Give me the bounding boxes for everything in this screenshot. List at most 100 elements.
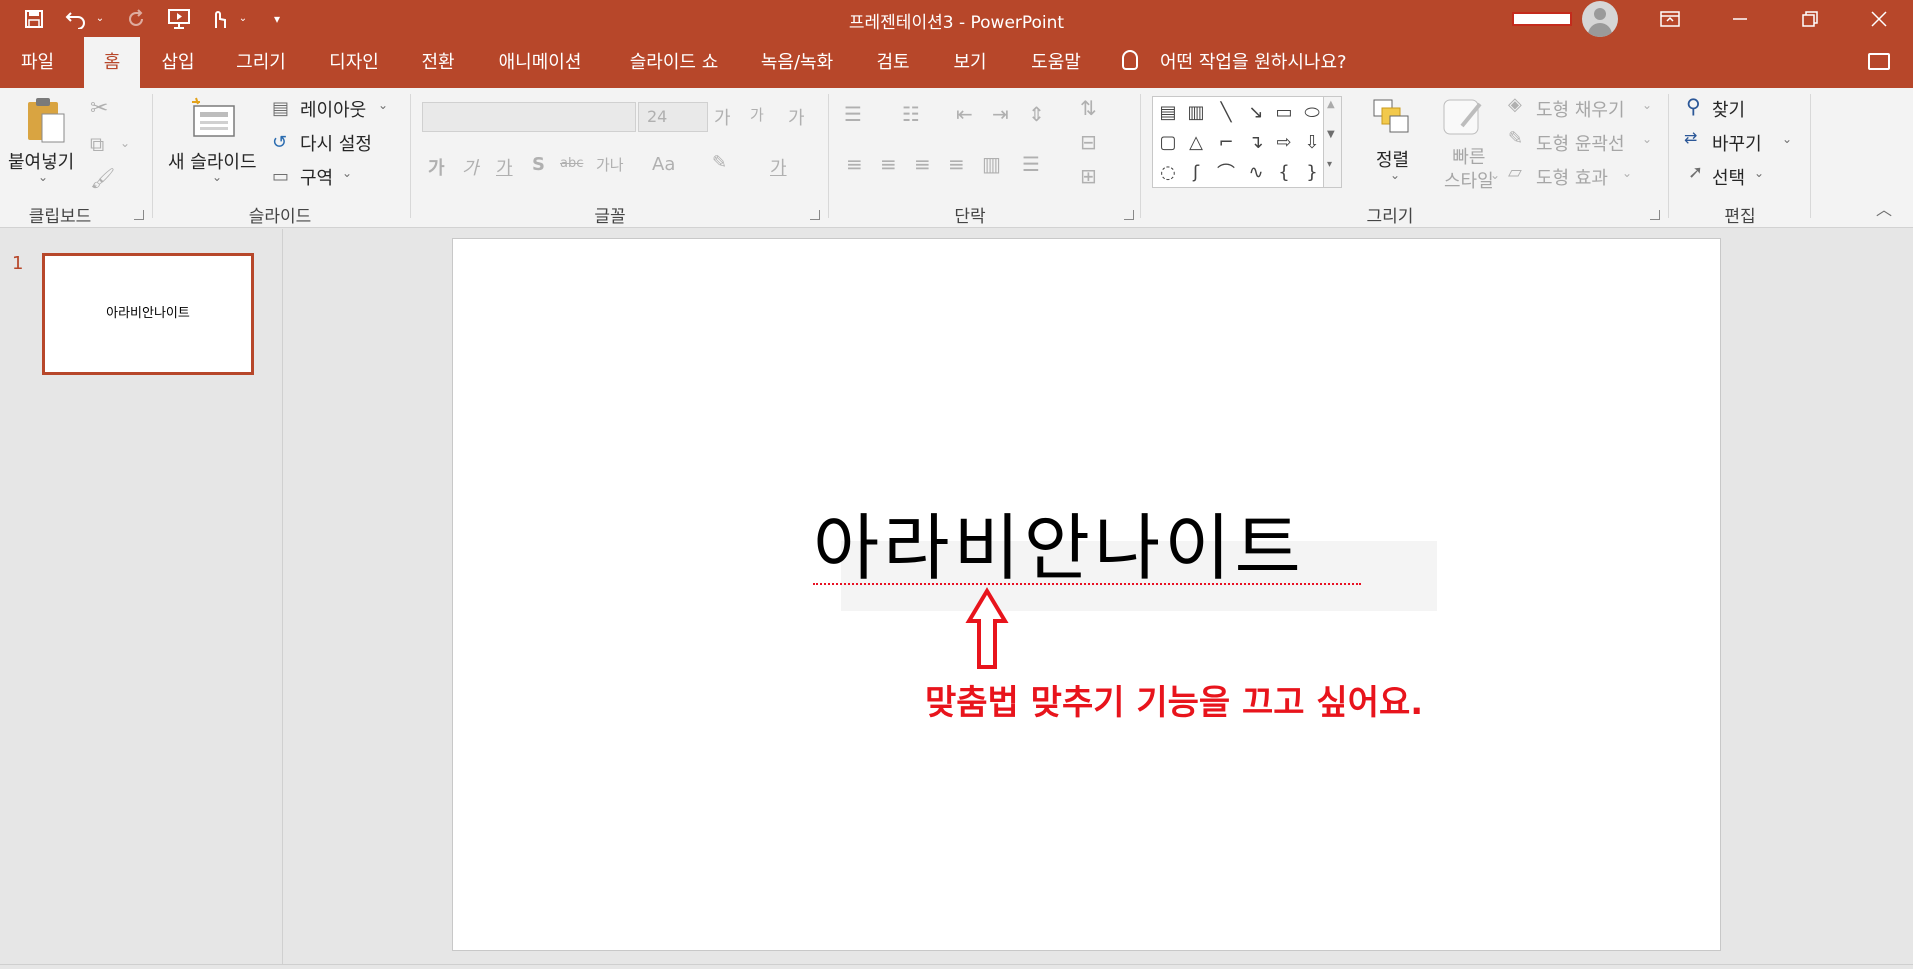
replace-icon[interactable]: ⇄ — [1684, 128, 1697, 147]
smartart-icon[interactable]: ⊞ — [1080, 164, 1097, 188]
quick-styles-icon[interactable] — [1440, 96, 1486, 146]
oval-shape-icon[interactable]: ⬭ — [1299, 99, 1325, 125]
select-dropdown-icon[interactable]: ⌄ — [1754, 166, 1764, 180]
curve-shape-icon[interactable]: ∿ — [1243, 159, 1269, 185]
tell-me-search[interactable]: 어떤 작업을 원하시나요? — [1160, 37, 1347, 88]
elbow-arrow-shape-icon[interactable]: ↴ — [1243, 129, 1269, 155]
columns-icon[interactable]: ☰ — [1022, 152, 1040, 176]
tab-help[interactable]: 도움말 — [1018, 37, 1094, 88]
reset-button[interactable]: 다시 설정 — [300, 130, 372, 156]
ribbon-display-options-icon[interactable] — [1636, 0, 1704, 37]
elbow-connector-shape-icon[interactable]: ⌐ — [1213, 129, 1239, 155]
replace-dropdown-icon[interactable]: ⌄ — [1782, 132, 1792, 146]
increase-indent-icon[interactable]: ⇥ — [992, 102, 1009, 126]
align-text-icon[interactable]: ⊟ — [1080, 130, 1097, 154]
gallery-more-icon[interactable]: ▾ — [1327, 159, 1332, 170]
tab-record[interactable]: 녹음/녹화 — [752, 37, 842, 88]
shadow-button[interactable]: S — [532, 154, 545, 175]
new-slide-dropdown-icon[interactable]: ⌄ — [212, 170, 222, 184]
copy-dropdown-icon[interactable]: ⌄ — [120, 136, 130, 150]
right-brace-shape-icon[interactable]: } — [1299, 159, 1325, 185]
minimize-icon[interactable] — [1706, 0, 1774, 37]
down-arrow-shape-icon[interactable]: ⇩ — [1299, 129, 1325, 155]
rectangle-shape-icon[interactable]: ▭ — [1271, 99, 1297, 125]
shape-outline-button[interactable]: 도형 윤곽선 — [1536, 130, 1625, 156]
quick-styles-button[interactable]: 빠른 스타일 — [1444, 146, 1494, 194]
change-case-button[interactable]: Aa — [652, 154, 675, 175]
numbering-icon[interactable]: ☷ — [902, 102, 920, 126]
clear-formatting-button[interactable]: 가 — [788, 104, 805, 130]
underline-button[interactable]: 가 — [496, 154, 513, 180]
font-grow-button[interactable]: 가 — [714, 104, 731, 130]
scroll-up-icon[interactable]: ▲ — [1327, 99, 1335, 110]
slide-canvas[interactable]: 아라비안나이트 맞춤법 맞추기 기능을 끄고 싶어요. — [452, 238, 1721, 951]
reset-icon[interactable]: ↺ — [272, 132, 287, 153]
tab-review[interactable]: 검토 — [862, 37, 924, 88]
shape-fill-button[interactable]: 도형 채우기 — [1536, 96, 1625, 122]
tab-slideshow[interactable]: 슬라이드 쇼 — [614, 37, 734, 88]
section-icon[interactable]: ▭ — [272, 166, 289, 187]
quick-styles-dropdown-icon[interactable]: ⌄ — [1490, 168, 1500, 182]
account-name-redacted[interactable] — [1512, 12, 1572, 26]
avatar[interactable] — [1582, 1, 1618, 37]
shapes-gallery-scroll[interactable]: ▲ ▼ ▾ — [1324, 96, 1342, 188]
arrow-line-shape-icon[interactable]: ↘ — [1243, 99, 1269, 125]
find-icon[interactable]: ⚲ — [1686, 94, 1701, 118]
scribble-shape-icon[interactable]: ʃ — [1183, 159, 1209, 185]
drawing-launcher-icon[interactable] — [1650, 210, 1660, 220]
align-left-icon[interactable]: ≡ — [846, 152, 863, 176]
triangle-shape-icon[interactable]: △ — [1183, 129, 1209, 155]
layout-button[interactable]: 레이아웃 — [300, 96, 366, 122]
new-slide-icon[interactable] — [190, 96, 238, 146]
font-launcher-icon[interactable] — [810, 210, 820, 220]
select-button[interactable]: 선택 — [1712, 164, 1745, 190]
close-icon[interactable] — [1845, 0, 1913, 37]
layout-dropdown-icon[interactable]: ⌄ — [378, 98, 388, 112]
line-shape-icon[interactable]: ╲ — [1213, 99, 1239, 125]
shape-outline-icon[interactable]: ✎ — [1508, 128, 1523, 149]
shape-effects-button[interactable]: 도형 효과 — [1536, 164, 1608, 190]
slide-thumbnail-panel[interactable]: 1 아라비안나이트 — [0, 229, 283, 964]
font-color-button[interactable]: 가 — [770, 154, 787, 180]
bullets-icon[interactable]: ☰ — [844, 102, 862, 126]
arrange-icon[interactable] — [1372, 98, 1412, 142]
tab-transitions[interactable]: 전환 — [408, 37, 468, 88]
tab-view[interactable]: 보기 — [940, 37, 1000, 88]
strikethrough-button[interactable]: abc — [560, 156, 583, 171]
freeform-shape-icon[interactable]: ◌ — [1155, 159, 1181, 185]
font-name-dropdown[interactable] — [422, 102, 636, 132]
collapse-ribbon-icon[interactable]: ︿ — [1876, 196, 1892, 220]
shape-outline-dropdown-icon[interactable]: ⌄ — [1642, 132, 1652, 146]
copy-icon[interactable]: ⧉ — [90, 132, 104, 156]
line-spacing-icon[interactable]: ⇕ — [1028, 102, 1045, 126]
text-direction-icon[interactable]: ⇅ — [1080, 96, 1097, 120]
shapes-gallery[interactable]: ▤ ▥ ╲ ↘ ▭ ⬭ ▢ △ ⌐ ↴ ⇨ ⇩ ◌ ʃ ⌒ ∿ { } — [1152, 96, 1324, 188]
tab-design[interactable]: 디자인 — [316, 37, 392, 88]
slide-thumbnail[interactable]: 아라비안나이트 — [42, 253, 254, 375]
vertical-textbox-shape-icon[interactable]: ▥ — [1183, 99, 1209, 125]
left-brace-shape-icon[interactable]: { — [1271, 159, 1297, 185]
italic-button[interactable]: 가 — [462, 154, 479, 180]
tab-animations[interactable]: 애니메이션 — [484, 37, 596, 88]
shape-fill-icon[interactable]: ◈ — [1508, 94, 1522, 115]
right-arrow-shape-icon[interactable]: ⇨ — [1271, 129, 1297, 155]
paste-dropdown-icon[interactable]: ⌄ — [38, 170, 48, 184]
rounded-rectangle-shape-icon[interactable]: ▢ — [1155, 129, 1181, 155]
cut-icon[interactable]: ✂ — [90, 96, 108, 121]
section-dropdown-icon[interactable]: ⌄ — [342, 166, 352, 180]
format-painter-icon[interactable]: 🖌 — [90, 166, 115, 190]
comments-icon[interactable] — [1868, 53, 1890, 70]
justify-icon[interactable]: ≡ — [948, 152, 965, 176]
tab-file[interactable]: 파일 — [0, 37, 75, 88]
scroll-down-icon[interactable]: ▼ — [1327, 129, 1335, 140]
highlight-icon[interactable]: ✎ — [712, 152, 727, 173]
layout-icon[interactable]: ▤ — [272, 98, 289, 119]
restore-icon[interactable] — [1776, 0, 1844, 37]
select-icon[interactable]: ➚ — [1688, 162, 1703, 183]
tab-draw[interactable]: 그리기 — [226, 37, 296, 88]
paste-icon[interactable] — [24, 96, 68, 150]
align-center-icon[interactable]: ≡ — [880, 152, 897, 176]
textbox-shape-icon[interactable]: ▤ — [1155, 99, 1181, 125]
decrease-indent-icon[interactable]: ⇤ — [956, 102, 973, 126]
bold-button[interactable]: 가 — [428, 154, 445, 180]
